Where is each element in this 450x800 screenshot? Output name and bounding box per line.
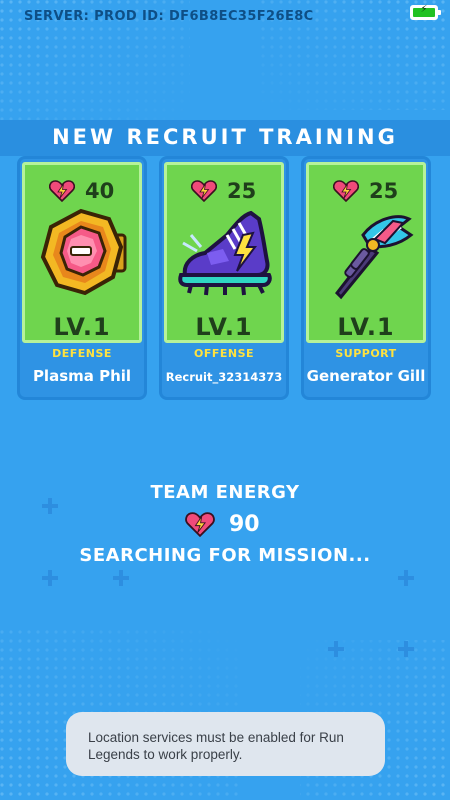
energy-stat: 40	[49, 179, 114, 203]
gem-shield-icon	[40, 208, 127, 296]
energy-value: 25	[369, 179, 399, 203]
status-bar: SERVER: PROD ID: DF6B8EC35F26E8C ⚡	[0, 0, 450, 32]
level-label: LV.1	[337, 313, 395, 341]
recruit-card-support[interactable]: 25 LV.1 SUPPORT Generator Gill	[301, 156, 431, 400]
team-energy-value: 90	[229, 512, 260, 537]
location-toast: Location services must be enabled for Ru…	[66, 712, 385, 776]
plus-decoration-icon	[398, 641, 414, 657]
recruit-name: Plasma Phil	[32, 367, 132, 385]
plus-decoration-icon	[328, 641, 344, 657]
recruit-card-offense[interactable]: 25 LV.1 OFFENSE Recruit_32314373	[159, 156, 289, 400]
role-label: OFFENSE	[193, 347, 255, 360]
level-label: LV.1	[195, 313, 253, 341]
toast-message: Location services must be enabled for Ru…	[88, 730, 344, 762]
role-label: SUPPORT	[335, 347, 397, 360]
card-portrait: 25 LV.1	[164, 162, 284, 343]
heart-bolt-icon	[191, 180, 217, 202]
energy-value: 25	[227, 179, 257, 203]
recruit-name: Recruit_32314373	[165, 370, 283, 384]
card-portrait: 25 LV.1	[306, 162, 426, 343]
team-energy-label: TEAM ENERGY	[150, 482, 300, 503]
team-energy-stat: 90	[185, 512, 260, 537]
level-label: LV.1	[53, 313, 111, 341]
card-portrait: 40 LV.1	[22, 162, 142, 343]
plus-decoration-icon	[398, 570, 414, 586]
page-title: NEW RECRUIT TRAINING	[52, 125, 398, 149]
heart-bolt-icon	[333, 180, 359, 202]
energy-stat: 25	[191, 179, 256, 203]
battery-charging-icon: ⚡	[410, 4, 441, 20]
server-id-text: SERVER: PROD ID: DF6B8EC35F26E8C	[24, 9, 314, 24]
recruit-card-defense[interactable]: 40 LV.1 DEFENSE Plasma Phil	[17, 156, 147, 400]
recruit-name: Generator Gill	[306, 367, 426, 385]
plus-decoration-icon	[42, 570, 58, 586]
energy-stat: 25	[333, 179, 398, 203]
mission-status-text: SEARCHING FOR MISSION...	[79, 545, 371, 566]
heart-bolt-icon	[185, 512, 215, 537]
spiked-sneaker-icon	[178, 210, 272, 296]
axe-wand-icon	[335, 215, 414, 300]
energy-value: 40	[85, 179, 115, 203]
plus-decoration-icon	[113, 570, 129, 586]
heart-bolt-icon	[49, 180, 75, 202]
role-label: DEFENSE	[52, 347, 112, 360]
